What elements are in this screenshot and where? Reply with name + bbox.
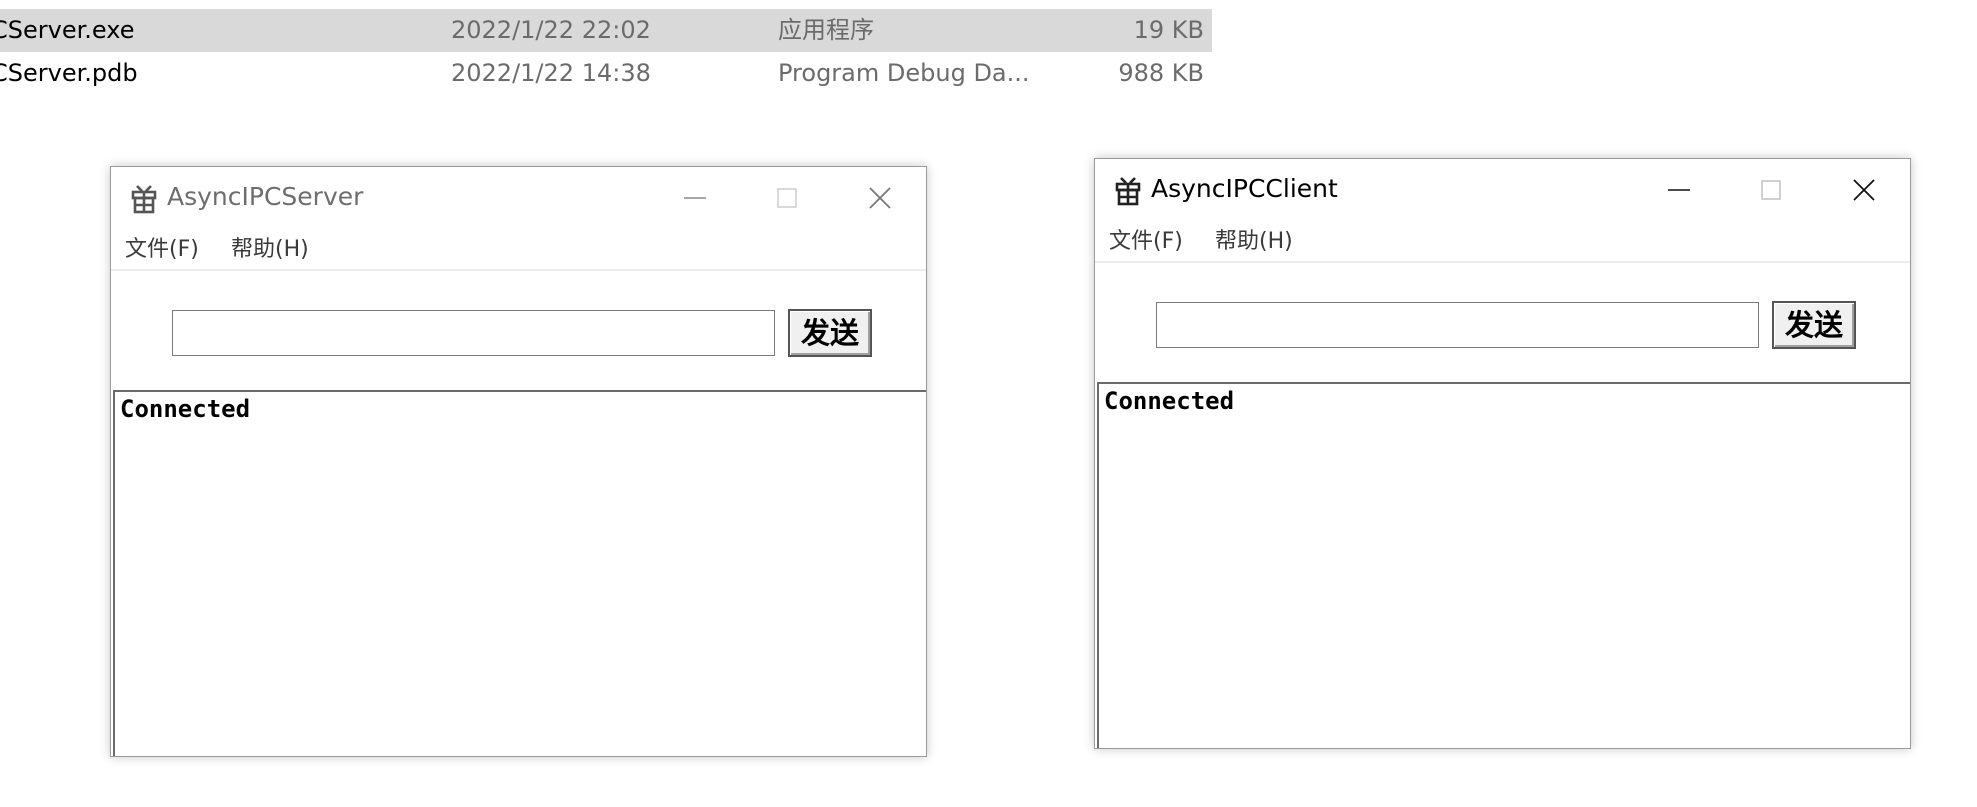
maximize-button[interactable]: [741, 167, 833, 229]
file-size: 988 KB: [1118, 59, 1204, 87]
file-name: CServer.exe: [0, 16, 135, 44]
send-button[interactable]: 发送: [1772, 301, 1856, 349]
file-name: CServer.pdb: [0, 59, 138, 87]
minimize-button[interactable]: [649, 167, 741, 229]
message-log[interactable]: Connected: [113, 390, 926, 756]
close-button[interactable]: [834, 167, 926, 229]
close-icon: [869, 187, 891, 209]
menu-help[interactable]: 帮助(H): [1215, 227, 1293, 257]
menu-bar: 文件(F) 帮助(H): [1095, 221, 1910, 263]
message-input[interactable]: [172, 310, 775, 356]
close-button[interactable]: [1818, 159, 1910, 221]
window-title: AsyncIPCClient: [1151, 174, 1338, 203]
message-log[interactable]: Connected: [1097, 382, 1910, 748]
file-date: 2022/1/22 22:02: [451, 16, 651, 44]
message-input[interactable]: [1156, 302, 1759, 348]
title-bar[interactable]: AsyncIPCClient: [1095, 159, 1910, 221]
close-icon: [1853, 179, 1875, 201]
log-line: Connected: [120, 395, 251, 423]
minimize-button[interactable]: [1633, 159, 1725, 221]
minimize-icon: [684, 197, 706, 199]
log-line: Connected: [1104, 387, 1235, 415]
file-type: 应用程序: [778, 16, 874, 44]
server-window: AsyncIPCServer 文件(F) 帮助(H) 发送 Connected: [110, 166, 927, 757]
window-title: AsyncIPCServer: [167, 182, 364, 211]
send-button[interactable]: 发送: [788, 309, 872, 357]
menu-file[interactable]: 文件(F): [125, 235, 199, 265]
maximize-icon: [1761, 180, 1781, 200]
file-type: Program Debug Da...: [778, 59, 1030, 87]
explorer-file-list: CServer.exe 2022/1/22 22:02 应用程序 19 KB C…: [0, 0, 1212, 96]
file-row[interactable]: CServer.exe 2022/1/22 22:02 应用程序 19 KB: [0, 9, 1212, 52]
gift-box-icon: [1115, 177, 1141, 206]
menu-help[interactable]: 帮助(H): [231, 235, 309, 265]
minimize-icon: [1668, 189, 1690, 191]
file-size: 19 KB: [1133, 16, 1204, 44]
menu-file[interactable]: 文件(F): [1109, 227, 1183, 257]
client-window: AsyncIPCClient 文件(F) 帮助(H) 发送 Connected: [1094, 158, 1911, 749]
menu-bar: 文件(F) 帮助(H): [111, 229, 926, 271]
maximize-button[interactable]: [1725, 159, 1817, 221]
title-bar[interactable]: AsyncIPCServer: [111, 167, 926, 229]
maximize-icon: [777, 188, 797, 208]
file-date: 2022/1/22 14:38: [451, 59, 651, 87]
file-row[interactable]: CServer.pdb 2022/1/22 14:38 Program Debu…: [0, 52, 1212, 95]
gift-box-icon: [131, 185, 157, 214]
